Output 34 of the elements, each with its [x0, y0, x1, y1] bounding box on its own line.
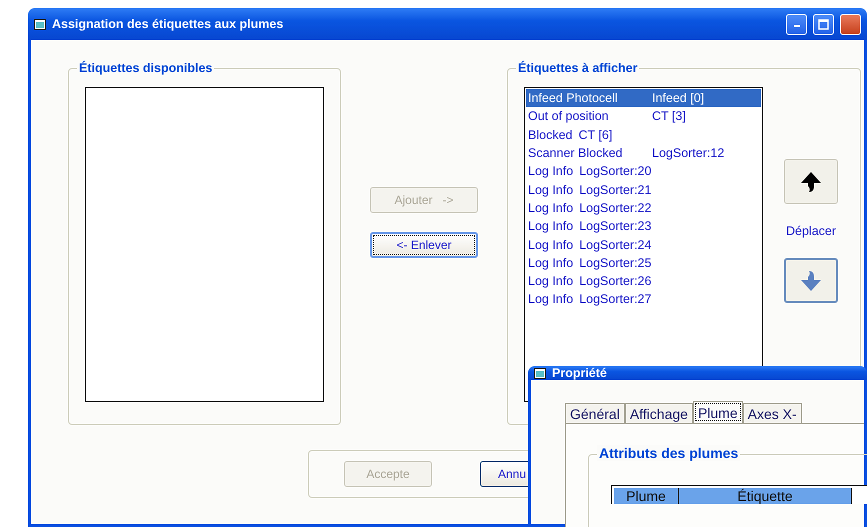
list-item[interactable]: Out of position CT [3]: [526, 107, 761, 126]
column-header: Étiquette: [679, 488, 852, 504]
down-arrow-icon: [800, 270, 822, 292]
move-down-button[interactable]: [784, 258, 838, 303]
group-title: Étiquettes disponibles: [77, 61, 214, 75]
maximize-icon: [818, 18, 829, 30]
list-item[interactable]: Log Info LogSorter:22: [526, 198, 761, 218]
maximize-button[interactable]: [813, 14, 834, 34]
tab[interactable]: Général: [565, 403, 625, 423]
window-title: Assignation des étiquettes aux plumes: [52, 17, 284, 31]
group-title: Attributs des plumes: [597, 445, 740, 461]
tab[interactable]: Affichage: [624, 403, 693, 423]
list-item[interactable]: Log Info LogSorter:23: [526, 217, 761, 236]
close-button[interactable]: [840, 14, 861, 34]
up-arrow-icon: [800, 170, 822, 192]
window-title: Propriété: [552, 366, 608, 380]
list-item[interactable]: Log Info LogSorter:25: [526, 254, 761, 272]
list-item[interactable]: Log Info LogSorter:20: [526, 162, 761, 180]
list-item[interactable]: Blocked CT [6]: [526, 126, 761, 144]
tab[interactable]: Plume: [692, 401, 743, 423]
minimize-button[interactable]: [786, 14, 807, 34]
window-icon: [34, 18, 46, 30]
column-header: Plume: [614, 488, 679, 504]
remove-button[interactable]: <- Enlever: [370, 232, 478, 258]
list-item[interactable]: Log Info LogSorter:26: [526, 272, 761, 290]
move-up-button[interactable]: [784, 159, 838, 204]
list-item[interactable]: Log Info LogSorter:24: [526, 235, 761, 254]
list-item[interactable]: Scanner Blocked LogSorter:12: [526, 144, 761, 162]
list-item[interactable]: Infeed Photocell Infeed [0]: [526, 89, 761, 108]
list-item[interactable]: Log Info LogSorter:27: [526, 290, 761, 309]
move-label: Déplacer: [786, 224, 836, 238]
tab[interactable]: Axes X-: [742, 403, 802, 423]
group-title: Étiquettes à afficher: [516, 61, 640, 75]
list-item[interactable]: Log Info LogSorter:21: [526, 180, 761, 199]
